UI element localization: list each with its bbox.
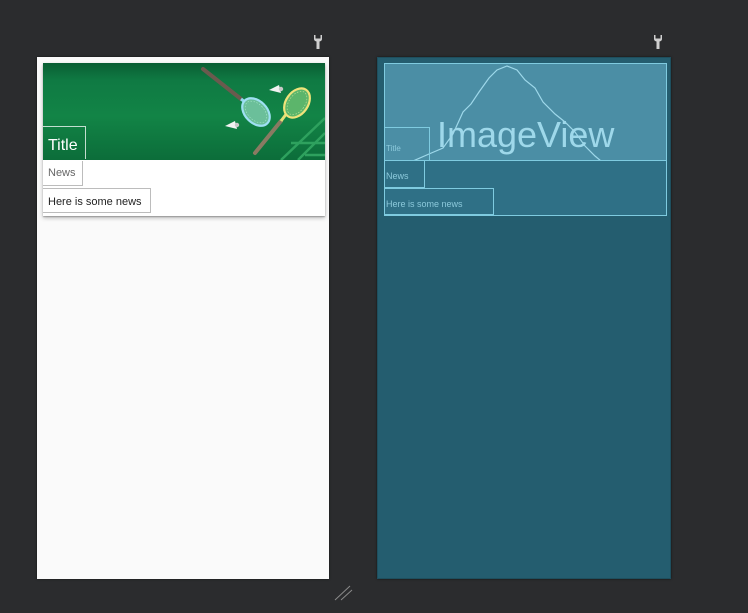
blueprint-news-body-textview[interactable]: Here is some news — [385, 188, 494, 215]
blueprint-news-label-textview[interactable]: News — [385, 161, 425, 188]
banner-image[interactable]: Title — [43, 63, 325, 160]
blueprint-settings-wrench-icon[interactable] — [651, 34, 665, 50]
design-surface[interactable]: Title News Here is some news — [37, 57, 329, 579]
blueprint-surface[interactable]: ImageView Title News Here is some news — [377, 57, 671, 579]
news-label-textview[interactable]: News — [43, 161, 83, 186]
title-textview[interactable]: Title — [43, 126, 86, 159]
blueprint-imageview[interactable]: ImageView Title — [385, 64, 666, 161]
blueprint-news-card[interactable]: ImageView Title News Here is some news — [384, 63, 667, 216]
news-body-textview[interactable]: Here is some news — [43, 188, 151, 213]
title-text: Title — [48, 137, 78, 154]
news-card[interactable]: Title News Here is some news — [43, 63, 325, 216]
design-settings-wrench-icon[interactable] — [311, 34, 325, 50]
resize-handle-icon[interactable] — [333, 585, 353, 601]
imageview-label: ImageView — [437, 114, 615, 155]
blueprint-title-textview[interactable]: Title — [385, 127, 430, 160]
